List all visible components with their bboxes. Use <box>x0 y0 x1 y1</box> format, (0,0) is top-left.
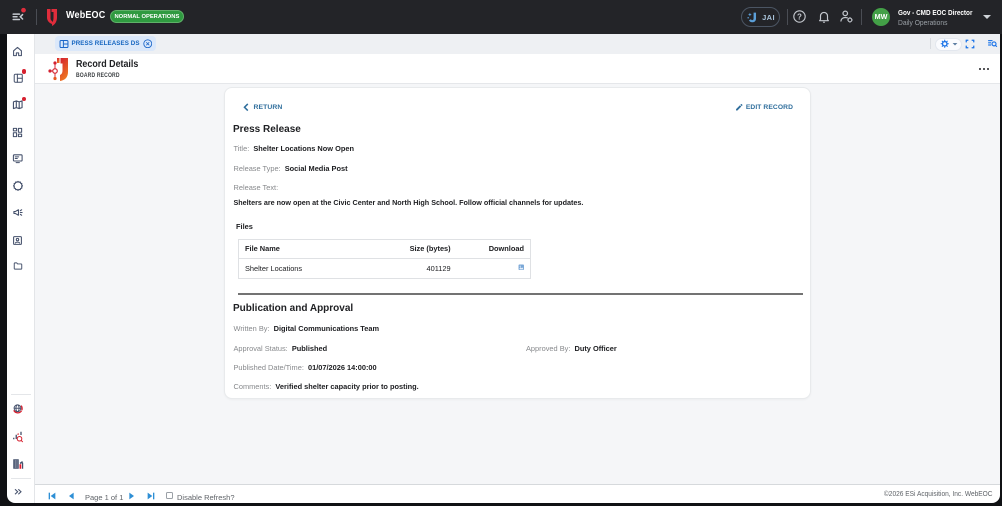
svg-text:?: ? <box>797 12 802 21</box>
